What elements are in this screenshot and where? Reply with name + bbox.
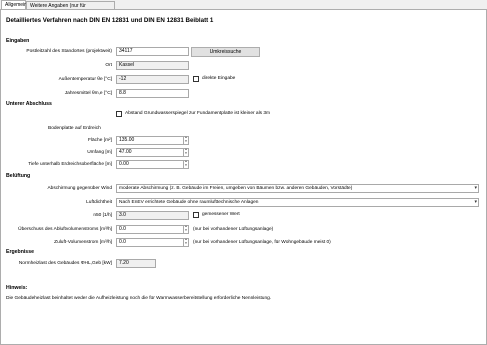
abschirmung-label: Abschirmung gegenüber Wind (47, 186, 112, 191)
abschirmung-select[interactable]: moderate Abschirmung (z. B. Gebäude im F… (116, 184, 479, 193)
spin-down-icon[interactable]: ▼ (184, 228, 188, 233)
ort-label: Ort (105, 63, 112, 68)
grundwasser-checkbox[interactable] (116, 111, 122, 117)
normheizlast-field: 7.20 (116, 259, 156, 268)
flaeche-input[interactable]: 135.00 (116, 136, 189, 145)
bodenplatte-label: Bodenplatte auf Erdreich (48, 126, 101, 131)
belueftung-header: Belüftung (6, 173, 31, 179)
ueberschuss-label: Überschuss des Abluftvolumenstroms [m³/h… (18, 227, 112, 232)
main-panel (0, 9, 487, 345)
umfang-label: Umfang [m] (87, 150, 112, 155)
unterer-abschluss-header: Unterer Abschluss (6, 101, 52, 107)
direkte-eingabe-checkbox[interactable] (193, 76, 199, 82)
jahresmittel-label: Jahresmittel θm,e [°C] (64, 91, 112, 96)
spin-down-icon[interactable]: ▼ (184, 151, 188, 156)
tiefe-spinner[interactable]: ▲ ▼ (183, 159, 188, 169)
tiefe-label: Tiefe unterhalb Erdreichsoberfläche [m] (28, 162, 112, 167)
spin-down-icon[interactable]: ▼ (184, 241, 188, 246)
ueberschuss-hint: (nur bei vorhandener Lüftungsanlage) (193, 227, 274, 232)
direkte-eingabe-label: direkte Eingabe (202, 76, 236, 81)
spin-down-icon[interactable]: ▼ (184, 163, 188, 168)
ergebnisse-header: Ergebnisse (6, 249, 34, 255)
jahresmittel-input[interactable]: 8.8 (116, 89, 189, 98)
aussentemp-label: Außentemperatur θe [°C] (58, 77, 112, 82)
flaeche-spinner[interactable]: ▲ ▼ (183, 135, 188, 145)
zuluft-label: Zuluft-Volumenstrom [m³/h] (54, 240, 112, 245)
umkreissuche-button[interactable]: Umkreissuche (191, 47, 260, 57)
n50-label: n50 [1/h] (93, 213, 112, 218)
luftdichtheit-label: Luftdichtheit (86, 200, 112, 205)
plz-label: Postleitzahl des Standortes (projektweit… (26, 49, 112, 54)
aussentemp-field: -12 (116, 75, 189, 84)
plz-input[interactable]: 34117 (116, 47, 189, 56)
hinweis-text: Die Gebäudeheizlast beinhaltet weder die… (6, 296, 272, 301)
n50-field: 3.0 (116, 211, 189, 220)
zuluft-spinner[interactable]: ▲ ▼ (183, 237, 188, 247)
page-title: Detailliertes Verfahren nach DIN EN 1283… (6, 17, 214, 24)
eingaben-header: Eingaben (6, 38, 30, 44)
zuluft-input[interactable]: 0.0 (116, 238, 189, 247)
gemessener-wert-label: gemessener Wert (202, 212, 240, 217)
tiefe-input[interactable]: 0.00 (116, 160, 189, 169)
ort-field: Kassel (116, 61, 189, 70)
chevron-down-icon: ▾ (474, 185, 477, 191)
luftdichtheit-select[interactable]: Nach EnEV errichtete Gebäude ohne raumlu… (116, 198, 479, 207)
umfang-spinner[interactable]: ▲ ▼ (183, 147, 188, 157)
ueberschuss-input[interactable]: 0.0 (116, 225, 189, 234)
grundwasser-label: Abstand Grundwasserspiegel zur Fundament… (125, 111, 271, 116)
gemessener-wert-checkbox[interactable] (193, 212, 199, 218)
flaeche-label: Fläche [m²] (88, 138, 112, 143)
zuluft-hint: (nur bei vorhandener Lüftungsanlage, für… (193, 240, 331, 245)
chevron-down-icon: ▾ (474, 199, 477, 205)
umfang-input[interactable]: 47.00 (116, 148, 189, 157)
normheizlast-label: Normheizlast des Gebäudes ΦHL,Geb [kW] (18, 261, 112, 266)
hinweis-header: Hinweis: (6, 285, 28, 291)
ueberschuss-spinner[interactable]: ▲ ▼ (183, 224, 188, 234)
spin-down-icon[interactable]: ▼ (184, 139, 188, 144)
